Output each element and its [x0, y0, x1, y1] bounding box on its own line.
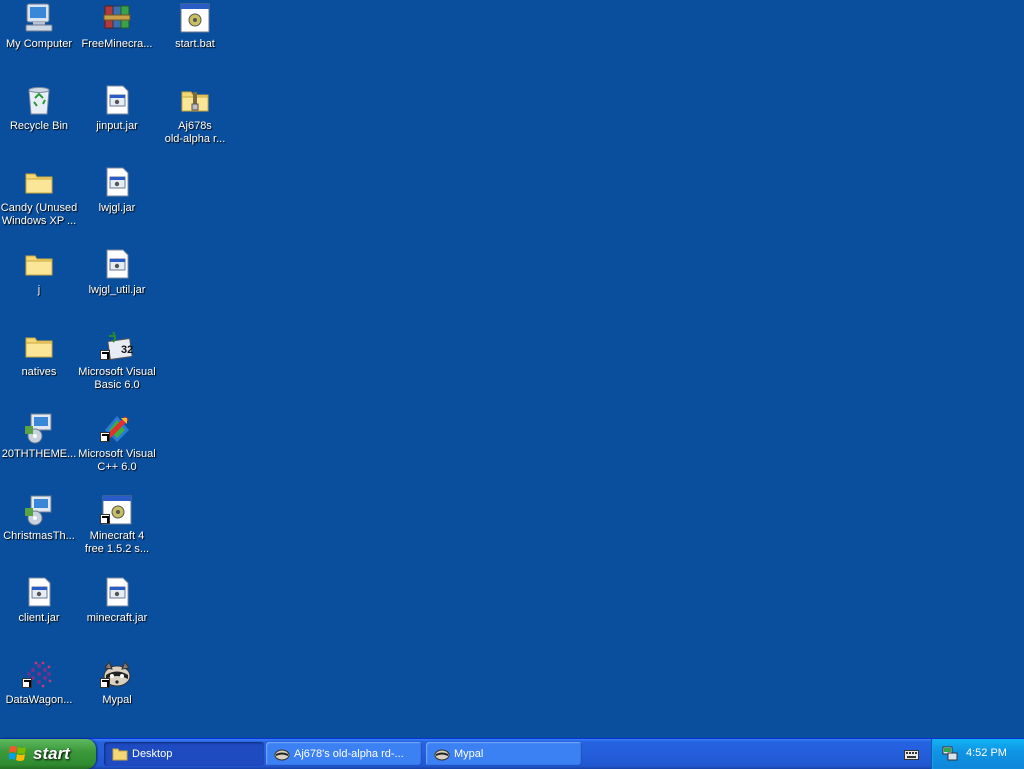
shortcut-arrow-icon [100, 678, 110, 688]
folder-icon [25, 337, 53, 358]
batch-file-icon [180, 3, 210, 33]
jar-file-icon [28, 577, 51, 607]
desktop-icon-label: lwjgl.jar [98, 202, 136, 214]
task-button-mypal[interactable]: Mypal [426, 742, 582, 766]
desktop-icon-label: jinput.jar [96, 120, 138, 132]
shortcut-arrow-icon [22, 678, 32, 688]
desktop-icon-minecraft-jar[interactable]: minecraft.jar [78, 576, 156, 650]
desktop-icon-label: Microsoft Visual C++ 6.0 [78, 448, 156, 473]
desktop-icon-label: ChristmasTh... [3, 530, 75, 542]
desktop-icon-minecraft4free[interactable]: Minecraft 4 free 1.5.2 s... [78, 494, 156, 568]
desktop-icon-label: client.jar [18, 612, 60, 624]
desktop-icon-datawagon[interactable]: DataWagon... [0, 658, 78, 732]
taskbar: start Desktop Aj678's old-alpha rd-... M… [0, 738, 1024, 769]
desktop-icon-aj678s[interactable]: Aj678s old-alpha r... [156, 84, 234, 158]
desktop-icon-label: FreeMinecra... [81, 38, 153, 50]
task-button-aj678s[interactable]: Aj678's old-alpha rd-... [266, 742, 422, 766]
windows-logo-icon [9, 746, 26, 761]
desktop-icon-label: j [37, 284, 41, 296]
folder-icon [112, 748, 128, 761]
desktop-icon-label: lwjgl_util.jar [88, 284, 146, 296]
raccoon-icon [274, 749, 290, 761]
desktop-icon-label: Minecraft 4 free 1.5.2 s... [84, 530, 150, 555]
desktop-icon-label: Mypal [102, 694, 132, 706]
start-button[interactable]: start [0, 739, 96, 769]
raccoon-icon [434, 749, 450, 761]
desktop-icon-label: Candy (Unused Windows XP ... [0, 202, 78, 227]
desktop-icon-my-computer[interactable]: My Computer [0, 2, 78, 76]
desktop-icon-label: natives [21, 366, 57, 378]
desktop-icon-jinput[interactable]: jinput.jar [78, 84, 156, 158]
desktop[interactable]: My Computer Recycle Bin Candy (Unused Wi… [0, 0, 1024, 738]
shortcut-arrow-icon [100, 350, 110, 360]
folder-icon [25, 255, 53, 276]
desktop-icon-20themes[interactable]: 20THTHEME... [0, 412, 78, 486]
task-button-desktop[interactable]: Desktop [104, 742, 264, 766]
task-label: Mypal [454, 748, 484, 760]
clock[interactable]: 4:52 PM [966, 747, 1007, 759]
desktop-icon-start-bat[interactable]: start.bat [156, 2, 234, 76]
jar-file-icon [106, 577, 129, 607]
svg-text:32: 32 [121, 344, 133, 356]
jar-file-icon [106, 249, 129, 279]
desktop-icon-label: minecraft.jar [86, 612, 148, 624]
folder-icon [25, 173, 53, 194]
desktop-icon-candy[interactable]: Candy (Unused Windows XP ... [0, 166, 78, 240]
network-icon[interactable] [942, 746, 958, 762]
desktop-icon-label: DataWagon... [5, 694, 73, 706]
zip-folder-icon [181, 91, 209, 112]
desktop-icon-natives[interactable]: natives [0, 330, 78, 404]
desktop-icon-label: start.bat [175, 38, 215, 50]
task-label: Desktop [132, 748, 173, 760]
winrar-archive-icon [103, 5, 131, 29]
desktop-icon-label: Recycle Bin [9, 120, 69, 132]
jar-file-icon [106, 167, 129, 197]
shortcut-arrow-icon [100, 432, 110, 442]
jar-file-icon [106, 85, 129, 115]
desktop-icon-label: My Computer [5, 38, 73, 50]
desktop-icon-vcpp6[interactable]: Microsoft Visual C++ 6.0 [78, 412, 156, 486]
desktop-icon-lwjgl-util[interactable]: lwjgl_util.jar [78, 248, 156, 322]
installer-icon [25, 495, 52, 526]
recycle-bin-icon [28, 87, 50, 115]
installer-icon [25, 413, 52, 444]
desktop-icon-freeminecraft[interactable]: FreeMinecra... [78, 2, 156, 76]
desktop-icon-label: 20THTHEME... [1, 448, 77, 460]
start-label: start [33, 744, 70, 763]
desktop-icon-j[interactable]: j [0, 248, 78, 322]
task-label: Aj678's old-alpha rd-... [294, 748, 404, 760]
system-tray: 4:52 PM [931, 739, 1024, 769]
desktop-icon-recycle-bin[interactable]: Recycle Bin [0, 84, 78, 158]
keyboard-icon[interactable] [904, 748, 919, 760]
desktop-icon-christmas[interactable]: ChristmasTh... [0, 494, 78, 568]
desktop-icon-label: Aj678s old-alpha r... [164, 120, 226, 145]
desktop-icon-vb6[interactable]: 32 Microsoft Visual Basic 6.0 [78, 330, 156, 404]
desktop-icon-mypal[interactable]: Mypal [78, 658, 156, 732]
desktop-icon-label: Microsoft Visual Basic 6.0 [78, 366, 156, 391]
desktop-icon-client-jar[interactable]: client.jar [0, 576, 78, 650]
my-computer-icon [25, 3, 53, 32]
desktop-icon-lwjgl[interactable]: lwjgl.jar [78, 166, 156, 240]
shortcut-arrow-icon [100, 514, 110, 524]
